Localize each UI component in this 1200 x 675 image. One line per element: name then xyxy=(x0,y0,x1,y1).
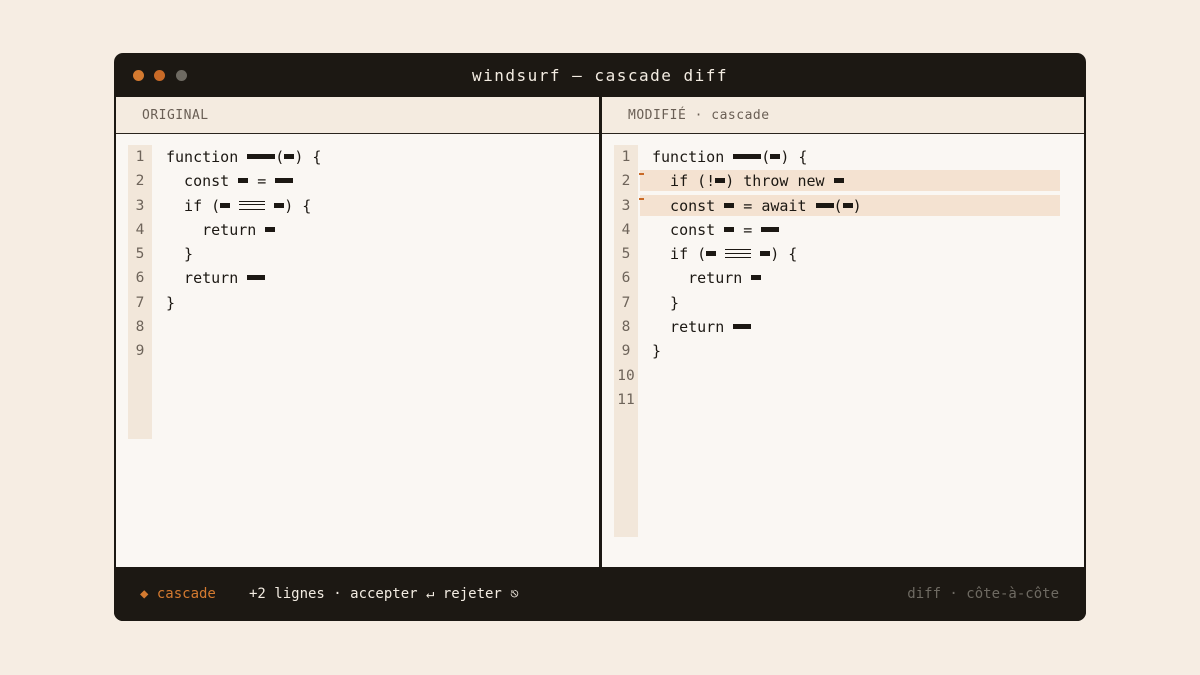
code-text: const = xyxy=(166,169,294,193)
code-text: return xyxy=(652,266,762,290)
line-number: 8 xyxy=(621,319,631,336)
line-number: 4 xyxy=(621,221,631,238)
line-number: 3 xyxy=(135,197,145,214)
code-text: return xyxy=(652,315,752,339)
cascade-agent-label[interactable]: ◆ cascade xyxy=(140,567,216,621)
code-text: const = await () xyxy=(652,196,862,215)
code-text: } xyxy=(652,293,680,312)
added-line-marker xyxy=(639,173,644,176)
code-text: } xyxy=(166,293,176,312)
line-number: 7 xyxy=(621,294,631,311)
line-number: 1 xyxy=(621,149,631,165)
editor-window: windsurf — cascade diff ORIGINAL 1 functi… xyxy=(114,53,1086,621)
code-text: } xyxy=(166,245,194,264)
status-bar: ◆ cascade +2 lignes · accepter ↵ rejeter… xyxy=(114,567,1086,621)
code-text: } xyxy=(652,342,662,361)
modified-pane-header: MODIFIÉ · cascade xyxy=(602,97,1084,134)
line-number: 1 xyxy=(135,149,145,165)
code-text: if ( ) { xyxy=(166,196,312,215)
code-text: function () { xyxy=(166,148,322,166)
code-text: if ( ) { xyxy=(652,245,798,264)
line-number: 9 xyxy=(621,343,631,360)
line-number: 3 xyxy=(621,197,631,214)
line-number: 4 xyxy=(135,221,145,238)
title-bar: windsurf — cascade diff xyxy=(114,53,1086,97)
line-number: 10 xyxy=(617,367,635,384)
original-pane: ORIGINAL 1 function () { 2 const = 3 if ( … xyxy=(116,97,599,567)
line-number: 2 xyxy=(621,173,631,190)
line-number: 8 xyxy=(135,319,145,336)
line-number: 9 xyxy=(135,343,145,360)
diff-summary-actions[interactable]: +2 lignes · accepter ↵ rejeter ⎋ xyxy=(249,567,519,621)
view-mode-label[interactable]: diff · côte-à-côte xyxy=(907,567,1059,621)
line-number: 7 xyxy=(135,294,145,311)
code-text: function () { xyxy=(652,148,808,166)
line-number: 6 xyxy=(621,270,631,287)
line-number: 5 xyxy=(135,246,145,263)
line-number: 6 xyxy=(135,270,145,287)
modified-pane: MODIFIÉ · cascade 1 function () { 2 if (!)… xyxy=(602,97,1084,567)
code-text: return xyxy=(166,218,276,242)
window-title: windsurf — cascade diff xyxy=(471,66,729,85)
line-number: 5 xyxy=(621,246,631,263)
code-text: const = xyxy=(652,218,780,242)
line-number: 11 xyxy=(617,391,635,408)
code-text: if (!) throw new xyxy=(652,169,844,193)
line-number: 2 xyxy=(135,173,145,190)
added-line-marker xyxy=(639,197,644,200)
original-pane-header: ORIGINAL xyxy=(116,97,599,134)
code-text: return xyxy=(166,266,266,290)
diff-panes: ORIGINAL 1 function () { 2 const = 3 if ( … xyxy=(116,97,1084,567)
